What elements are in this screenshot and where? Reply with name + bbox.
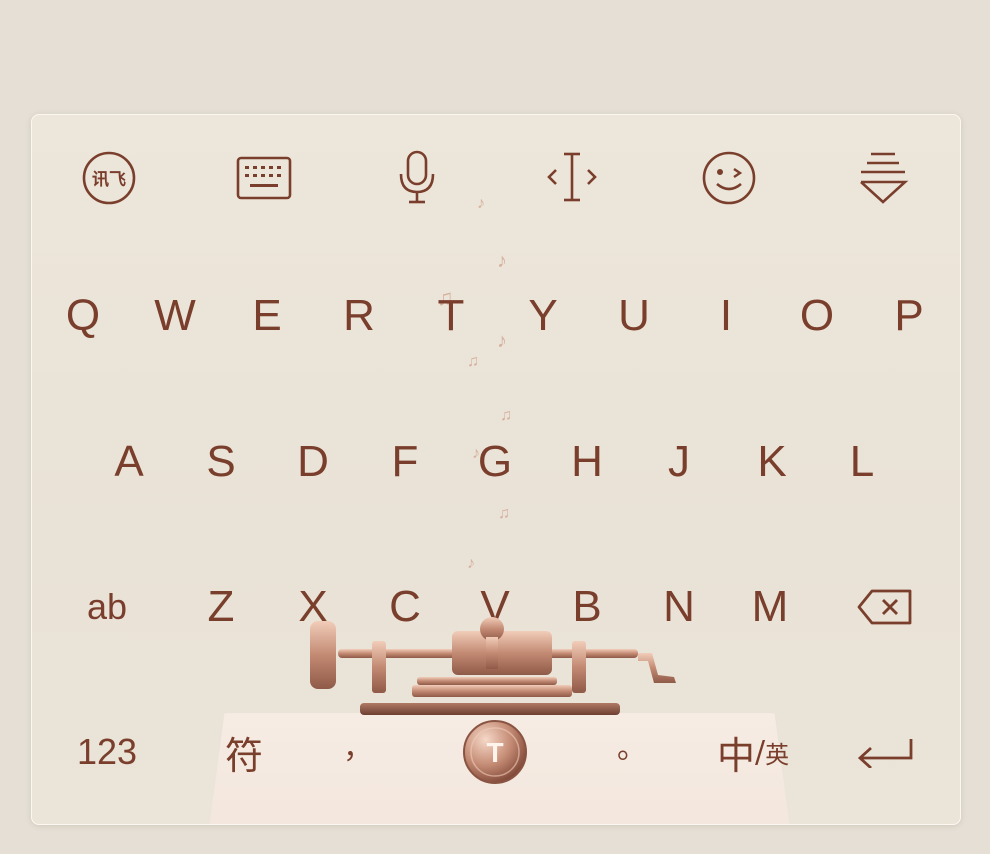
key-h[interactable]: H	[547, 422, 627, 502]
enter-icon	[857, 739, 913, 768]
key-o[interactable]: O	[777, 276, 857, 356]
phonograph-icon	[310, 617, 676, 715]
key-a[interactable]: A	[89, 422, 169, 502]
collapse-keyboard-icon[interactable]	[843, 146, 923, 210]
backspace-icon	[857, 589, 912, 625]
lang-alt-label: 英	[765, 740, 790, 769]
microphone-icon[interactable]	[377, 146, 457, 210]
key-y[interactable]: Y	[503, 276, 583, 356]
key-d[interactable]: D	[273, 422, 353, 502]
key-m[interactable]: M	[730, 567, 810, 647]
key-g[interactable]: G	[455, 422, 535, 502]
music-note-icon: ♫	[498, 505, 510, 522]
phonograph-space-icon: T	[463, 720, 527, 784]
key-z[interactable]: Z	[181, 567, 261, 647]
key-f[interactable]: F	[365, 422, 445, 502]
key-p[interactable]: P	[869, 276, 949, 356]
key-u[interactable]: U	[594, 276, 674, 356]
key-t[interactable]: T	[411, 276, 491, 356]
numbers-key[interactable]: 123	[67, 712, 147, 792]
lang-main-label: 中	[716, 733, 755, 778]
language-switch-key[interactable]: 中 / 英	[693, 712, 813, 792]
key-i[interactable]: I	[686, 276, 766, 356]
ifly-logo-icon[interactable]: 讯飞	[69, 146, 149, 210]
space-key[interactable]: T	[462, 719, 528, 785]
space-glyph: T	[486, 737, 503, 768]
key-q[interactable]: Q	[43, 276, 123, 356]
cursor-move-icon[interactable]	[532, 146, 612, 210]
keyboard-icon[interactable]	[224, 146, 304, 210]
backspace-key[interactable]	[845, 567, 925, 647]
key-l[interactable]: L	[822, 422, 902, 502]
key-j[interactable]: J	[639, 422, 719, 502]
keyboard-panel: 讯飞 ♪ ♪ ♫ ♪ ♫ ♫ ♪ ♫ ♪ Q W E R T Y U I O P…	[31, 114, 961, 825]
key-r[interactable]: R	[319, 276, 399, 356]
music-note-icon: ♪	[497, 250, 507, 272]
case-toggle-key[interactable]: ab	[67, 567, 147, 647]
comma-key[interactable]: ，	[318, 705, 398, 785]
ifly-logo-text: 讯飞	[92, 170, 126, 190]
music-note-icon: ♪	[477, 195, 485, 212]
key-w[interactable]: W	[135, 276, 215, 356]
symbols-key[interactable]: 符	[204, 712, 284, 792]
key-e[interactable]: E	[227, 276, 307, 356]
emoji-icon[interactable]	[689, 146, 769, 210]
period-key[interactable]: 。	[592, 705, 672, 785]
key-k[interactable]: K	[732, 422, 812, 502]
lang-sep-label: /	[754, 734, 766, 770]
key-s[interactable]: S	[181, 422, 261, 502]
enter-key[interactable]	[845, 712, 925, 792]
